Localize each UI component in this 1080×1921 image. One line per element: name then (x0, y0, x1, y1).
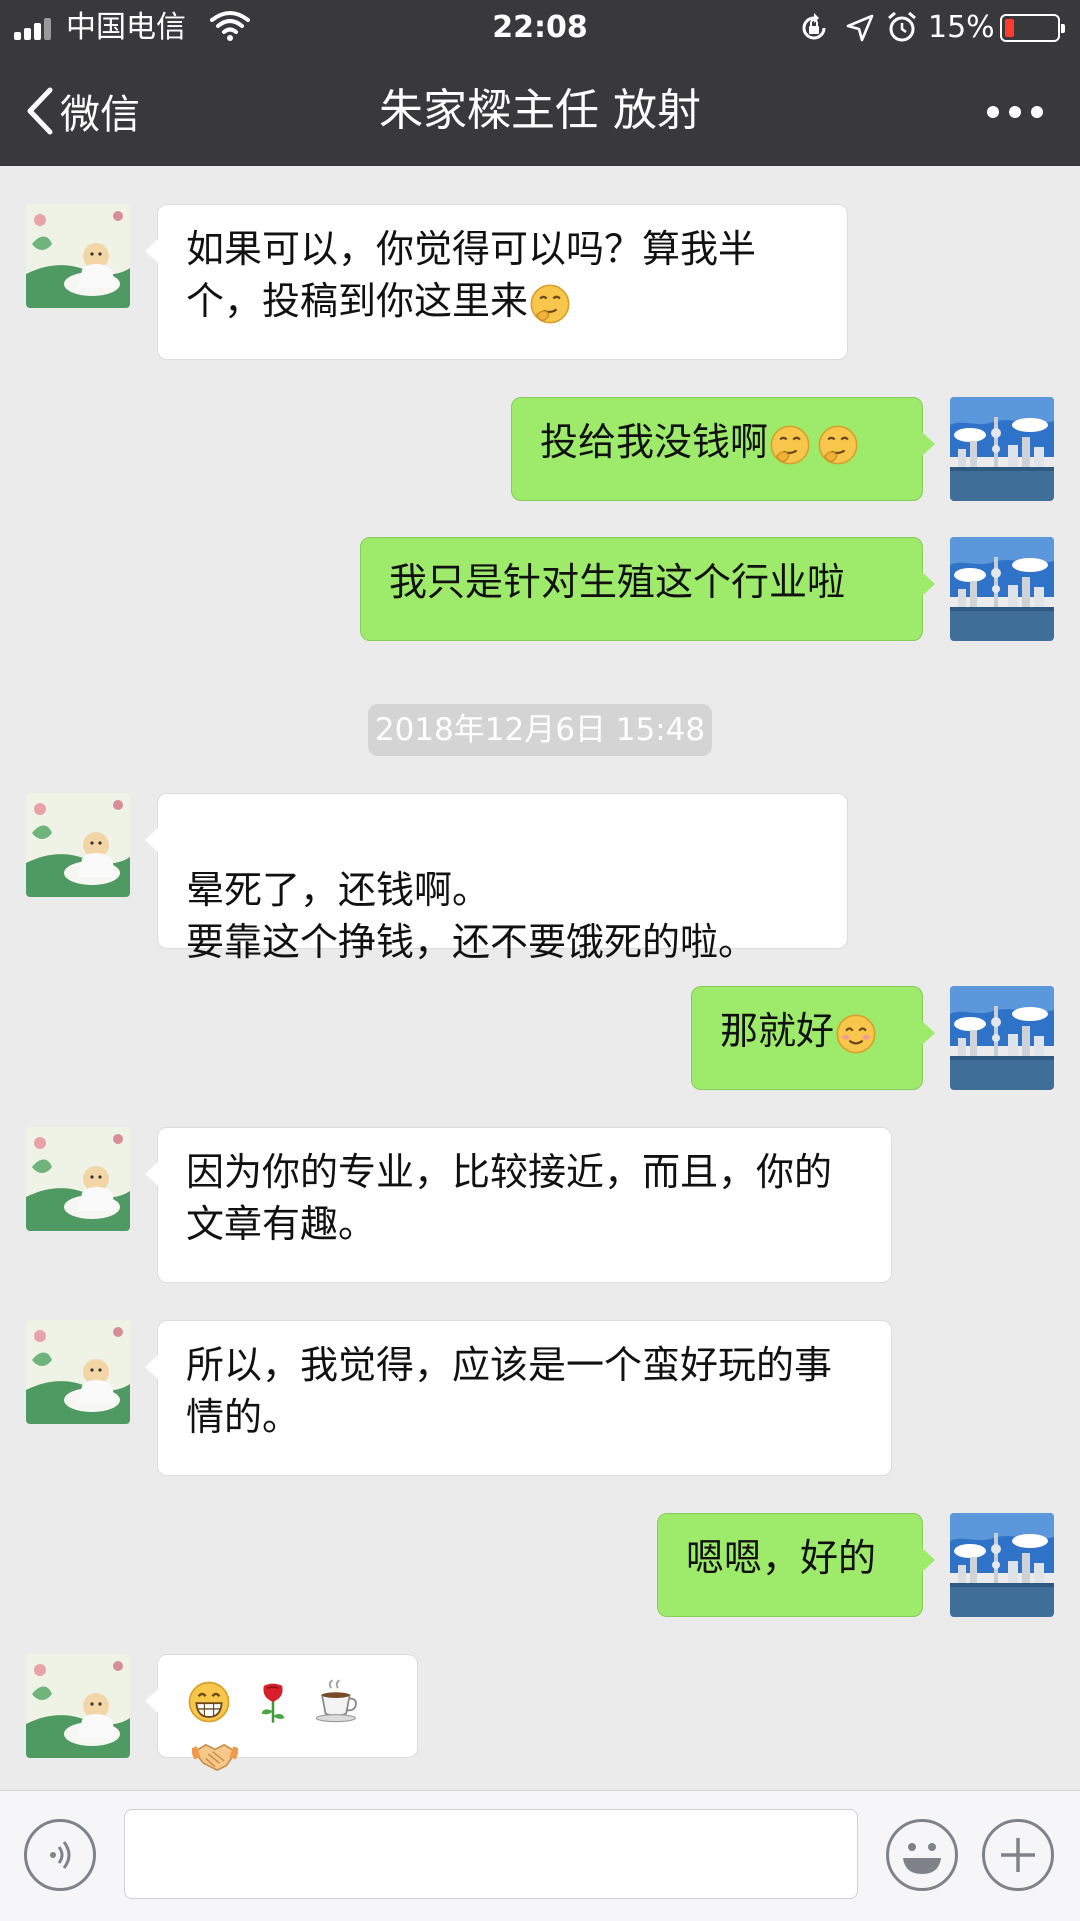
thinking-emoji-icon (816, 423, 860, 467)
my-avatar[interactable] (950, 986, 1054, 1090)
status-time: 22:08 (492, 10, 588, 45)
voice-icon (50, 1841, 71, 1869)
grin-emoji-icon (186, 1679, 232, 1725)
message-text: 嗯嗯，好的 (686, 1536, 877, 1580)
message-bubble-sent[interactable]: 我只是针对生殖这个行业啦 (360, 537, 935, 641)
contact-avatar[interactable] (26, 1654, 130, 1758)
rose-emoji-icon (250, 1679, 296, 1725)
more-icon (987, 106, 999, 118)
alarm-icon (888, 11, 916, 42)
orientation-lock-icon (802, 13, 826, 40)
message-bubble-received[interactable] (145, 1654, 418, 1758)
battery-icon (1000, 14, 1065, 42)
input-bar (0, 1790, 1080, 1921)
contact-avatar[interactable] (26, 793, 130, 897)
battery-percent: 15% (928, 10, 995, 45)
location-icon (846, 14, 874, 42)
message-text: 晕死了，还钱啊。 要靠这个挣钱，还不要饿死的啦。 (186, 868, 757, 964)
chat-title: 朱家樑主任 放射 (379, 85, 701, 136)
handshake-emoji-icon (192, 1731, 238, 1777)
message-text: 因为你的专业，比较接近，而且，你的文章有趣。 (186, 1150, 833, 1246)
my-avatar[interactable] (950, 537, 1054, 641)
smile-emoji-icon (834, 1012, 878, 1056)
message-bubble-received[interactable]: 所以，我觉得，应该是一个蛮好玩的事情的。 (145, 1320, 892, 1476)
status-bar: 中国电信 22:08 15% (0, 0, 1080, 56)
contact-avatar[interactable] (26, 1127, 130, 1231)
message-bubble-received[interactable]: 晕死了，还钱啊。 要靠这个挣钱，还不要饿死的啦。 (145, 793, 848, 964)
add-icon (1001, 1838, 1035, 1872)
message-text: 所以，我觉得，应该是一个蛮好玩的事情的。 (186, 1343, 833, 1439)
thinking-emoji-icon (528, 282, 572, 326)
my-avatar[interactable] (950, 1513, 1054, 1617)
thinking-emoji-icon (768, 423, 812, 467)
message-bubble-sent[interactable]: 嗯嗯，好的 (657, 1513, 935, 1617)
message-bubble-sent[interactable]: 那就好 (691, 986, 935, 1090)
contact-avatar[interactable] (26, 1320, 130, 1424)
message-text: 投给我没钱啊 (540, 420, 769, 464)
my-avatar[interactable] (950, 397, 1054, 501)
message-bubble-sent[interactable]: 投给我没钱啊 (511, 397, 935, 501)
chat-header: 微信 朱家樑主任 放射 (0, 56, 1080, 166)
voice-button[interactable] (24, 1819, 96, 1891)
contact-avatar[interactable] (26, 204, 130, 308)
chat-timestamp: 2018年12月6日 15:48 (368, 704, 712, 756)
coffee-emoji-icon (314, 1679, 360, 1725)
add-button[interactable] (982, 1819, 1054, 1891)
more-button[interactable] (985, 96, 1045, 126)
message-text: 那就好 (720, 1009, 835, 1053)
message-text: 如果可以，你觉得可以吗？算我半个，投稿到你这里来 (186, 227, 757, 323)
message-bubble-received[interactable]: 因为你的专业，比较接近，而且，你的文章有趣。 (145, 1127, 892, 1283)
emoji-button[interactable] (886, 1819, 958, 1891)
message-bubble-received[interactable]: 如果可以，你觉得可以吗？算我半个，投稿到你这里来 (145, 204, 848, 360)
emoji-icon (903, 1843, 941, 1874)
message-input[interactable] (124, 1809, 858, 1899)
message-text: 我只是针对生殖这个行业啦 (389, 560, 846, 604)
